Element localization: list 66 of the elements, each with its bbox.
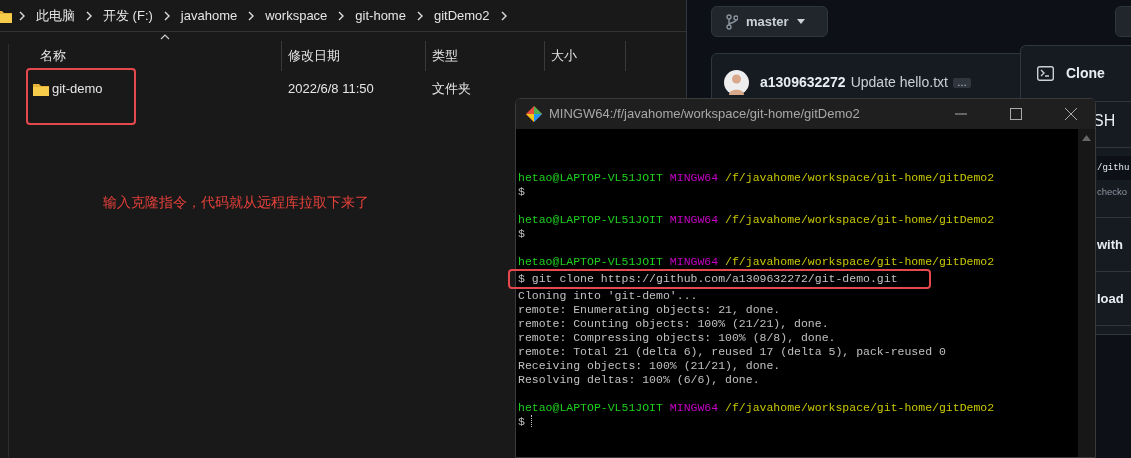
chevron-icon [247, 9, 256, 22]
menu-item[interactable]: with [1097, 234, 1123, 255]
breadcrumb-item[interactable]: javahome [176, 5, 242, 26]
scroll-up-icon [1082, 135, 1091, 141]
url-field[interactable]: /githu [1097, 156, 1131, 180]
output-line: remote: Enumerating objects: 21, done. [518, 303, 781, 316]
column-header[interactable]: 类型 [432, 46, 458, 66]
prompt-user: hetao@LAPTOP-VL51JOIT [518, 213, 663, 226]
output-line: remote: Total 21 (delta 6), reused 17 (delta 5), pack-reused 0 [518, 345, 946, 358]
chevron-icon [337, 9, 346, 22]
chevron-icon [499, 9, 508, 22]
prompt-shell: MINGW64 [669, 255, 719, 268]
folder-icon [0, 8, 12, 23]
window-title: MINGW64:/f/javahome/workspace/git-home/gitDemo2 [549, 105, 861, 124]
command-line: $ git clone https://github.com/a1309632272/git-demo.git [518, 272, 898, 285]
commit-message[interactable]: Update hello.txt [850, 72, 948, 93]
prompt-shell: MINGW64 [669, 401, 719, 414]
prompt-path: /f/javahome/workspace/git-home/gitDemo2 [725, 171, 995, 184]
breadcrumb-item[interactable]: 此电脑 [32, 5, 79, 26]
column-header[interactable]: 大小 [551, 46, 577, 66]
maximize-icon [1010, 108, 1022, 120]
branch-button[interactable]: master [711, 6, 828, 37]
chevron-icon [18, 9, 26, 22]
close-icon [1065, 108, 1077, 120]
menu-item[interactable]: load [1097, 288, 1124, 309]
breadcrumb-item[interactable]: gitDemo2 [429, 5, 494, 26]
breadcrumb-item[interactable]: workspace [261, 5, 332, 26]
prompt-user: hetao@LAPTOP-VL51JOIT [518, 401, 663, 414]
breadcrumb-item[interactable]: 开发 (F:) [99, 5, 157, 26]
terminal-icon [1037, 66, 1054, 81]
output-line: Receiving objects: 100% (21/21), done. [518, 359, 781, 372]
file-name[interactable]: git-demo [52, 79, 103, 99]
hint-text: checko [1097, 185, 1129, 199]
annotation-text: 输入克隆指令，代码就从远程库拉取下来了 [103, 193, 369, 212]
command-line: $ [518, 185, 525, 198]
prompt-shell: MINGW64 [669, 213, 719, 226]
chevron-icon [162, 9, 171, 22]
prompt-shell: MINGW64 [669, 171, 719, 184]
minimize-icon [955, 113, 967, 115]
output-line: remote: Compressing objects: 100% (8/8), done. [518, 331, 836, 344]
file-type: 文件夹 [432, 80, 471, 99]
output-line: remote: Counting objects: 100% (21/21), done. [518, 317, 829, 330]
chevron-icon [415, 9, 424, 22]
chevron-icon [85, 9, 93, 22]
more-button[interactable]: … [952, 77, 971, 88]
file-date: 2022/6/8 11:50 [288, 80, 374, 99]
output-line: Resolving deltas: 100% (6/6), done. [518, 373, 760, 386]
output-line: Cloning into 'git-demo'... [518, 289, 698, 302]
column-header[interactable]: 名称 [40, 46, 66, 66]
prompt-user: hetao@LAPTOP-VL51JOIT [518, 255, 663, 268]
branch-icon [726, 13, 738, 30]
prompt-path: /f/javahome/workspace/git-home/gitDemo2 [725, 213, 995, 226]
prompt-path: /f/javahome/workspace/git-home/gitDemo2 [725, 255, 995, 268]
caret-icon [796, 19, 805, 24]
command-line: $ [518, 227, 525, 240]
column-header[interactable]: 修改日期 [288, 46, 340, 66]
sort-icon [160, 34, 170, 40]
avatar [724, 70, 749, 95]
app-icon [526, 106, 542, 122]
prompt-user: hetao@LAPTOP-VL51JOIT [518, 171, 663, 184]
breadcrumb-item[interactable]: git-home [351, 5, 410, 26]
commit-author[interactable]: a1309632272 [760, 72, 846, 93]
menu-title: Clone [1066, 64, 1105, 83]
folder-icon [33, 82, 49, 96]
command-line: $ [518, 415, 525, 428]
prompt-path: /f/javahome/workspace/git-home/gitDemo2 [725, 401, 995, 414]
